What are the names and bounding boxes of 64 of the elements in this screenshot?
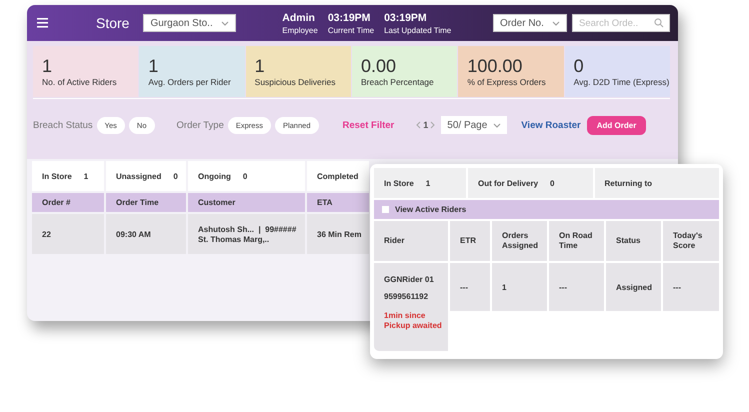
checkbox-label: View Active Riders bbox=[395, 205, 466, 214]
menu-icon[interactable] bbox=[37, 18, 48, 28]
column-header: Order # bbox=[32, 193, 104, 212]
rider-cell: GGNRider 01 9599561192 1min since Pickup awaited bbox=[374, 263, 448, 351]
order-tab[interactable]: In Store 1 bbox=[32, 161, 104, 191]
chevron-icon bbox=[493, 122, 502, 128]
info-value: 03:19PM bbox=[384, 12, 428, 24]
stat-label: Suspicious Deliveries bbox=[254, 77, 336, 87]
rider-tab[interactable]: Out for Delivery 0 bbox=[468, 168, 592, 198]
column-header: Today's Score bbox=[663, 221, 719, 261]
page-number: 1 bbox=[423, 120, 428, 130]
column-header: Rider bbox=[374, 221, 448, 261]
table-cell: 22 bbox=[32, 214, 104, 254]
stat-label: No. of Active Riders bbox=[42, 77, 118, 87]
info-value: 03:19PM bbox=[328, 12, 372, 24]
stat-value: 1 bbox=[148, 56, 160, 76]
filter-label: Order Type bbox=[176, 120, 224, 130]
order-tab[interactable]: Completed bbox=[307, 161, 369, 191]
info-value: Admin bbox=[282, 12, 316, 24]
search-field[interactable]: Search Orde.. bbox=[572, 14, 670, 32]
next-icon[interactable] bbox=[430, 121, 436, 129]
store-select[interactable]: Gurgaon Sto.. bbox=[143, 14, 236, 32]
stat-value: 1 bbox=[254, 56, 266, 76]
stat-label: % of Express Orders bbox=[467, 77, 547, 87]
column-header: On Road Time bbox=[549, 221, 604, 261]
search-type-select[interactable]: Order No. bbox=[493, 14, 567, 32]
chevron-icon bbox=[552, 20, 560, 26]
column-header: ETA bbox=[307, 193, 369, 212]
view-roaster-link[interactable]: View Roaster bbox=[521, 120, 581, 130]
table-cell: 36 Min Rem bbox=[307, 214, 369, 254]
stat-value: 100.00 bbox=[467, 56, 524, 76]
table-cell: Assigned bbox=[606, 263, 661, 311]
stat-label: Breach Percentage bbox=[360, 77, 435, 87]
table-cell: --- bbox=[663, 263, 719, 311]
stat-label: Avg. Orders per Rider bbox=[148, 77, 232, 87]
column-header: Order Time bbox=[106, 193, 186, 212]
info-label: Last Updated Time bbox=[384, 26, 452, 34]
page-size-select[interactable]: 50/ Page bbox=[441, 116, 508, 134]
info-label: Current Time bbox=[328, 26, 374, 34]
add-order-button[interactable]: Add Order bbox=[586, 116, 646, 134]
stat-value: 0 bbox=[574, 56, 585, 76]
order-tab[interactable]: Unassigned 0 bbox=[106, 161, 186, 191]
stat-value: 0.00 bbox=[360, 56, 398, 76]
rider-tab[interactable]: In Store 1 bbox=[374, 168, 466, 198]
table-cell: --- bbox=[450, 263, 490, 311]
search-icon bbox=[654, 18, 664, 28]
checkbox[interactable] bbox=[382, 206, 389, 213]
column-header: ETR bbox=[450, 221, 490, 261]
table-cell: Ashutosh Sh... | 99##### St. Thomas Marg,.. bbox=[188, 214, 305, 254]
order-tab[interactable]: Ongoing 0 bbox=[188, 161, 305, 191]
info-label: Employee bbox=[282, 26, 318, 34]
rider-tab[interactable]: Returning to bbox=[594, 168, 719, 198]
filter-label: Breach Status bbox=[33, 120, 93, 130]
table-cell: 09:30 AM bbox=[106, 214, 186, 254]
table-cell: --- bbox=[549, 263, 604, 311]
column-header: Status bbox=[606, 221, 661, 261]
column-header: Customer bbox=[188, 193, 305, 212]
chevron-icon bbox=[221, 20, 230, 26]
prev-icon[interactable] bbox=[416, 121, 422, 129]
column-header: Orders Assigned bbox=[492, 221, 547, 261]
stat-label: Avg. D2D Time (Express) bbox=[574, 77, 670, 87]
stat-value: 1 bbox=[42, 56, 54, 76]
table-cell: 1 bbox=[492, 263, 547, 311]
store-label: Store bbox=[96, 15, 130, 31]
